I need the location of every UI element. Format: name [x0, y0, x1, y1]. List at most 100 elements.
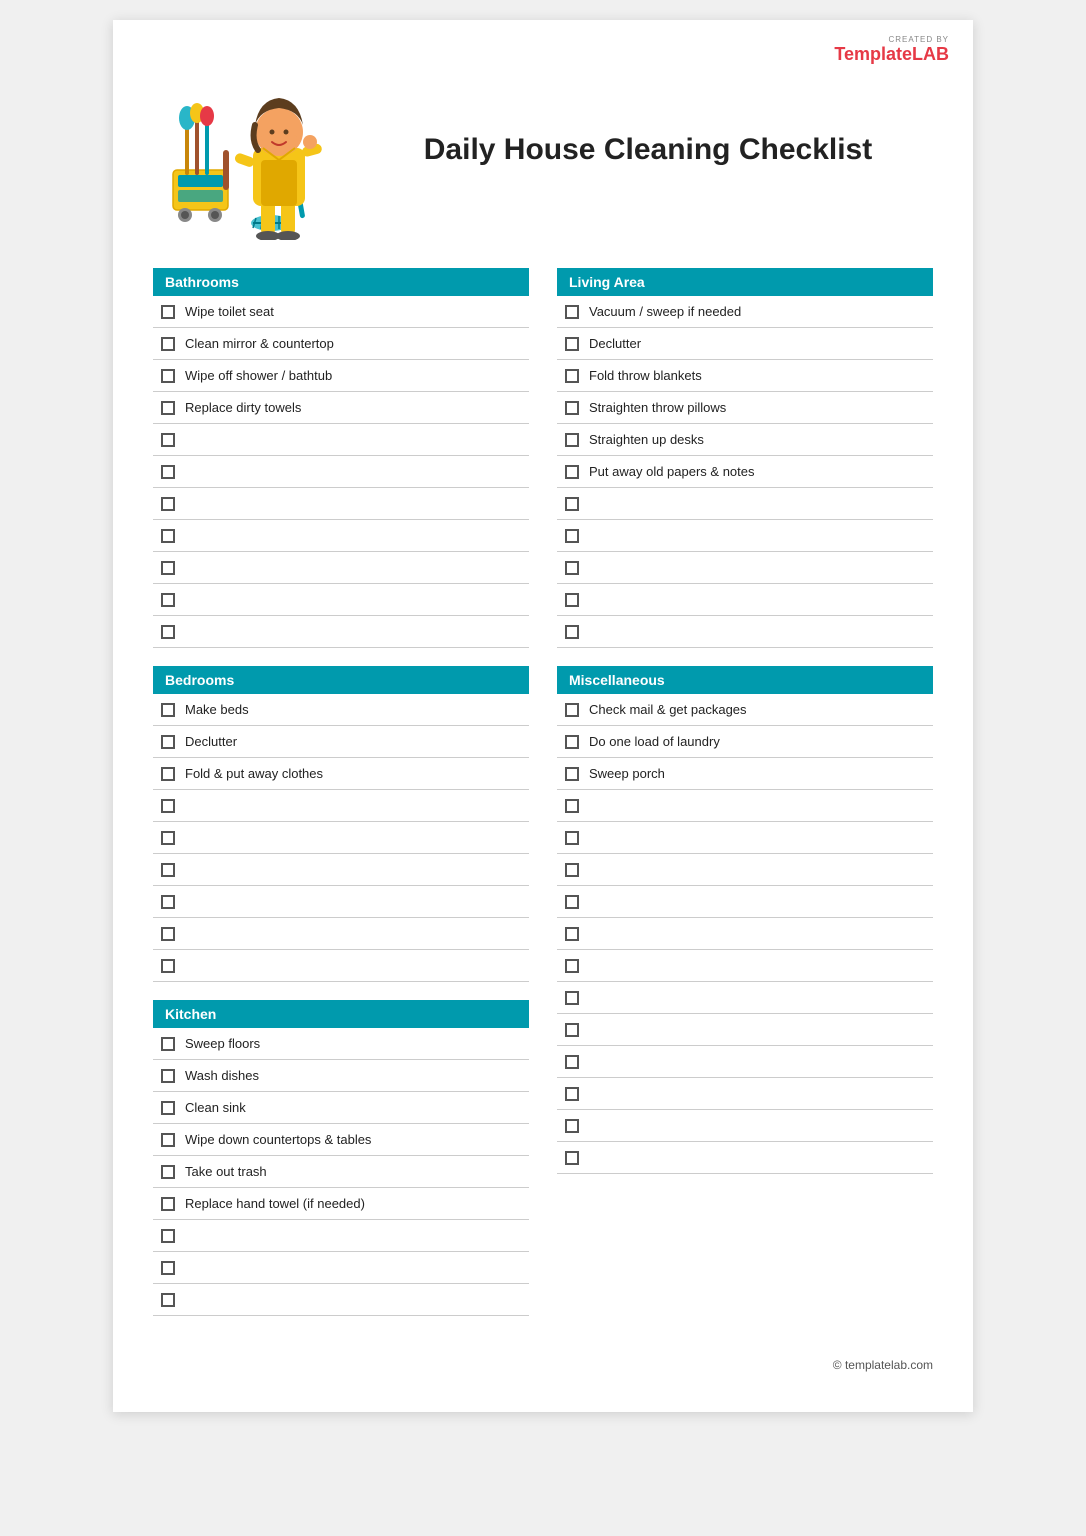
checkbox[interactable] — [161, 927, 175, 941]
checkbox[interactable] — [565, 991, 579, 1005]
checklist-row — [557, 584, 933, 616]
checkbox[interactable] — [565, 561, 579, 575]
checkbox[interactable] — [161, 959, 175, 973]
checklist-row: Fold & put away clothes — [153, 758, 529, 790]
checklist-row: Put away old papers & notes — [557, 456, 933, 488]
checkbox[interactable] — [161, 529, 175, 543]
checkbox[interactable] — [161, 1037, 175, 1051]
checkbox[interactable] — [161, 625, 175, 639]
checkbox[interactable] — [161, 863, 175, 877]
column: Living AreaVacuum / sweep if neededDeclu… — [557, 268, 933, 1334]
checkbox[interactable] — [565, 1055, 579, 1069]
checkbox[interactable] — [565, 1087, 579, 1101]
checklist-row — [557, 1110, 933, 1142]
row-label — [185, 624, 189, 639]
row-label — [185, 958, 189, 973]
checkbox[interactable] — [565, 401, 579, 415]
section-header: Bathrooms — [153, 268, 529, 296]
checklist-row — [557, 488, 933, 520]
checkbox[interactable] — [565, 703, 579, 717]
checkbox[interactable] — [161, 1229, 175, 1243]
checkbox[interactable] — [161, 433, 175, 447]
checklist-row — [153, 950, 529, 982]
checklist-row: Sweep floors — [153, 1028, 529, 1060]
checklist-row: Wipe down countertops & tables — [153, 1124, 529, 1156]
checklist-section: BathroomsWipe toilet seatClean mirror & … — [153, 268, 529, 648]
checklist-row — [557, 950, 933, 982]
checkbox[interactable] — [565, 1119, 579, 1133]
checkbox[interactable] — [565, 529, 579, 543]
checklist-row — [153, 1220, 529, 1252]
checklist-section: Living AreaVacuum / sweep if neededDeclu… — [557, 268, 933, 648]
checkbox[interactable] — [565, 369, 579, 383]
checkbox[interactable] — [161, 369, 175, 383]
checklist-row — [153, 918, 529, 950]
logo-template: Template — [834, 44, 912, 64]
checklist-row: Fold throw blankets — [557, 360, 933, 392]
checklist-row — [153, 616, 529, 648]
page: CREATED BY TemplateLAB — [113, 20, 973, 1412]
checkbox[interactable] — [161, 593, 175, 607]
row-label: Wipe off shower / bathtub — [185, 368, 332, 383]
checkbox[interactable] — [565, 337, 579, 351]
checkbox[interactable] — [161, 895, 175, 909]
section-header: Kitchen — [153, 1000, 529, 1028]
checkbox[interactable] — [565, 497, 579, 511]
checkbox[interactable] — [565, 895, 579, 909]
row-label: Clean sink — [185, 1100, 246, 1115]
checkbox[interactable] — [565, 433, 579, 447]
checkbox[interactable] — [565, 927, 579, 941]
checkbox[interactable] — [161, 1101, 175, 1115]
row-label — [589, 1054, 593, 1069]
checkbox[interactable] — [161, 305, 175, 319]
checkbox[interactable] — [565, 305, 579, 319]
checkbox[interactable] — [161, 1261, 175, 1275]
checkbox[interactable] — [161, 831, 175, 845]
checkbox[interactable] — [565, 1023, 579, 1037]
row-label: Sweep porch — [589, 766, 665, 781]
logo-area: CREATED BY TemplateLAB — [834, 36, 949, 65]
checkbox[interactable] — [565, 831, 579, 845]
checkbox[interactable] — [565, 1151, 579, 1165]
checkbox[interactable] — [161, 1069, 175, 1083]
checkbox[interactable] — [161, 465, 175, 479]
checkbox[interactable] — [565, 465, 579, 479]
checkbox[interactable] — [161, 497, 175, 511]
checklist-row — [557, 790, 933, 822]
checkbox[interactable] — [161, 1197, 175, 1211]
checkbox[interactable] — [161, 337, 175, 351]
checkbox[interactable] — [565, 735, 579, 749]
checkbox[interactable] — [565, 625, 579, 639]
checkbox[interactable] — [161, 1133, 175, 1147]
checkbox[interactable] — [565, 593, 579, 607]
checklist-row — [153, 424, 529, 456]
checklist-row: Make beds — [153, 694, 529, 726]
checkbox[interactable] — [161, 1165, 175, 1179]
row-label — [589, 1086, 593, 1101]
checklist-row: Replace hand towel (if needed) — [153, 1188, 529, 1220]
row-label: Declutter — [185, 734, 237, 749]
checkbox[interactable] — [161, 735, 175, 749]
row-label: Straighten up desks — [589, 432, 704, 447]
checklist-row — [153, 488, 529, 520]
checkbox[interactable] — [565, 767, 579, 781]
checkbox[interactable] — [161, 1293, 175, 1307]
checkbox[interactable] — [565, 799, 579, 813]
footer-text: © templatelab.com — [833, 1358, 933, 1372]
checklist-row — [557, 1142, 933, 1174]
checkbox[interactable] — [161, 401, 175, 415]
row-label — [589, 958, 593, 973]
row-label — [589, 592, 593, 607]
checkbox[interactable] — [161, 767, 175, 781]
row-label — [589, 894, 593, 909]
row-label — [185, 894, 189, 909]
checkbox[interactable] — [161, 561, 175, 575]
checkbox[interactable] — [565, 959, 579, 973]
column: BathroomsWipe toilet seatClean mirror & … — [153, 268, 529, 1334]
row-label — [589, 1118, 593, 1133]
checkbox[interactable] — [565, 863, 579, 877]
checklist-row: Straighten throw pillows — [557, 392, 933, 424]
checkbox[interactable] — [161, 703, 175, 717]
checklist-row: Replace dirty towels — [153, 392, 529, 424]
checkbox[interactable] — [161, 799, 175, 813]
